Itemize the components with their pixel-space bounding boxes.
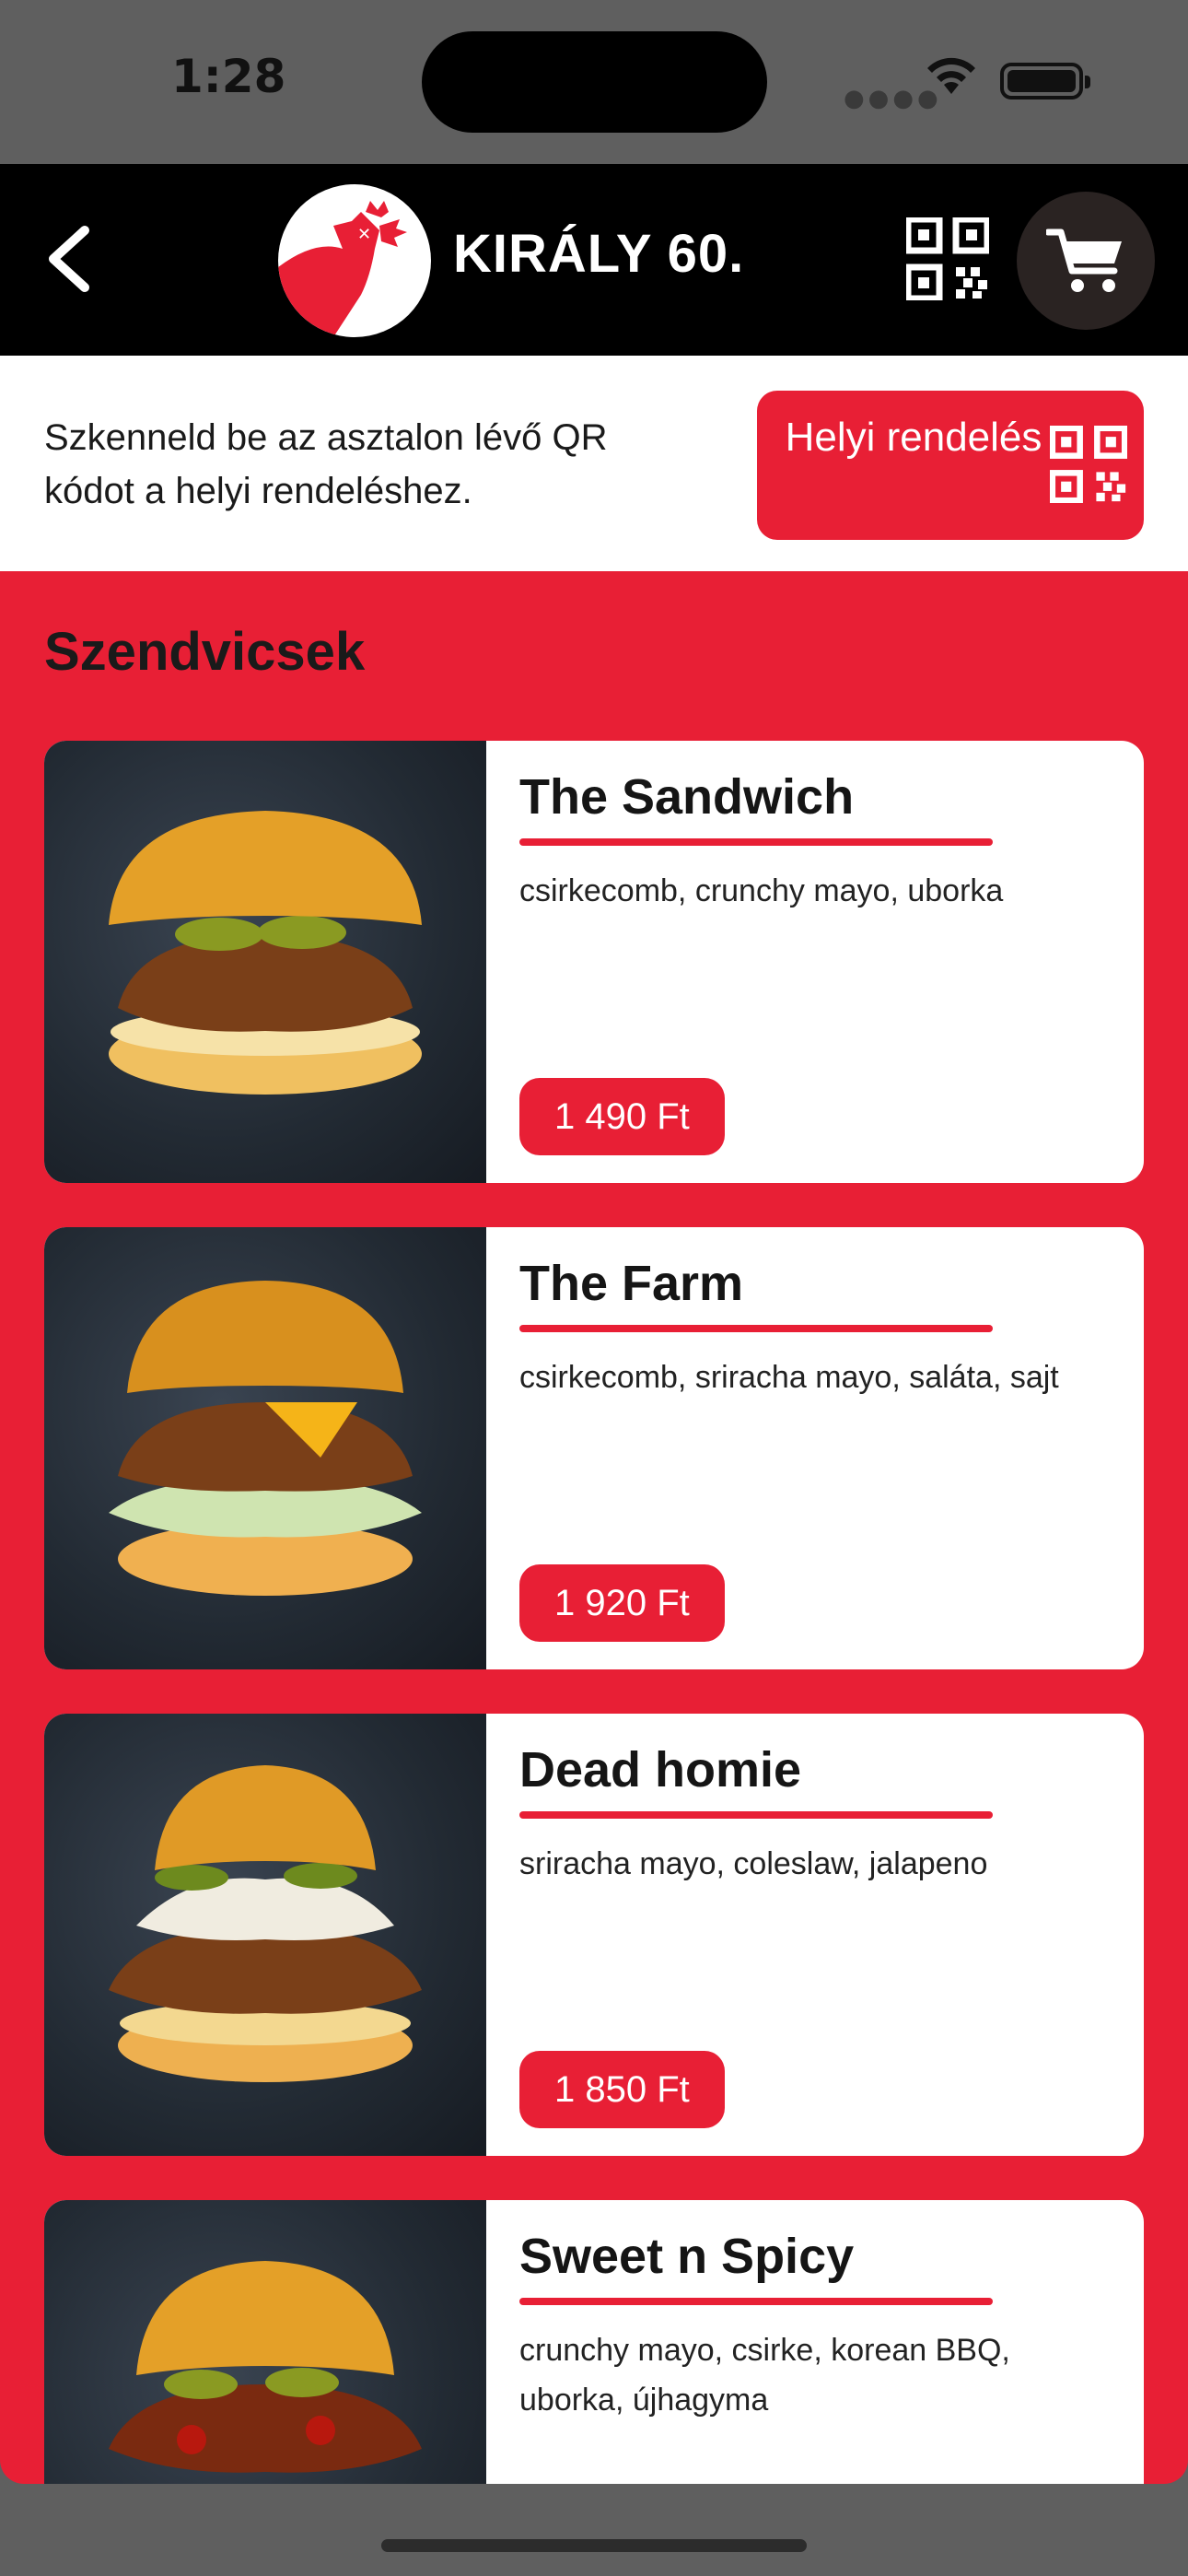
menu-item-name: Sweet n Spicy	[519, 2229, 855, 2284]
status-time: 1:28	[171, 50, 286, 103]
menu-item-description: csirkecomb, sriracha mayo, saláta, sajt	[519, 1360, 1059, 1395]
local-order-label: Helyi rendelés	[785, 415, 1042, 460]
title-underline	[519, 838, 993, 846]
menu-item-name: Dead homie	[519, 1742, 802, 1797]
section-title: Szendvicsek	[44, 622, 366, 682]
restaurant-logo: ✕	[278, 184, 431, 337]
cart-icon	[1046, 228, 1122, 292]
menu-item-image	[44, 1227, 486, 1669]
price-badge[interactable]: 1 850 Ft	[519, 2051, 725, 2128]
home-indicator[interactable]	[381, 2539, 807, 2552]
status-bar: 1:28 ●●●●	[0, 0, 1188, 164]
app-header: ✕ KIRÁLY 60.	[0, 164, 1188, 356]
menu-item-name: The Sandwich	[519, 769, 855, 825]
qr-code-icon	[1050, 426, 1127, 503]
title-underline	[519, 2298, 993, 2305]
restaurant-title: KIRÁLY 60.	[453, 224, 745, 284]
notice-text: Szkenneld be az asztalon lévő QR kódot a…	[44, 417, 608, 511]
menu-item-image	[44, 2200, 486, 2484]
menu-item-card[interactable]: The Farm csirkecomb, sriracha mayo, salá…	[44, 1227, 1144, 1669]
back-button[interactable]	[37, 217, 111, 300]
menu-item-card[interactable]: Dead homie sriracha mayo, coleslaw, jala…	[44, 1714, 1144, 2156]
local-order-notice: Szkenneld be az asztalon lévő QR kódot a…	[0, 356, 1188, 571]
wifi-icon	[927, 57, 975, 94]
menu-item-name: The Farm	[519, 1256, 744, 1311]
menu-item-image	[44, 1714, 486, 2156]
menu-item-card[interactable]: Sweet n Spicy crunchy mayo, csirke, kore…	[44, 2200, 1144, 2484]
title-underline	[519, 1811, 993, 1819]
dynamic-island	[422, 31, 767, 133]
menu-section: Szendvicsek The Sandwich csirkecomb, cru…	[0, 571, 1188, 2484]
title-underline	[519, 1325, 993, 1332]
qr-code-icon[interactable]	[906, 217, 989, 300]
cart-button[interactable]	[1017, 192, 1155, 330]
menu-item-description: crunchy mayo, csirke, korean BBQ, uborka…	[519, 2333, 1010, 2418]
menu-item-card[interactable]: The Sandwich csirkecomb, crunchy mayo, u…	[44, 741, 1144, 1183]
battery-icon	[1000, 63, 1090, 100]
menu-item-description: sriracha mayo, coleslaw, jalapeno	[519, 1846, 988, 1881]
local-order-button[interactable]: Helyi rendelés	[757, 391, 1144, 540]
menu-item-description: csirkecomb, crunchy mayo, uborka	[519, 873, 1004, 908]
menu-item-image	[44, 741, 486, 1183]
price-badge[interactable]: 1 490 Ft	[519, 1078, 725, 1155]
svg-text:✕: ✕	[357, 225, 371, 244]
price-badge[interactable]: 1 920 Ft	[519, 1564, 725, 1642]
